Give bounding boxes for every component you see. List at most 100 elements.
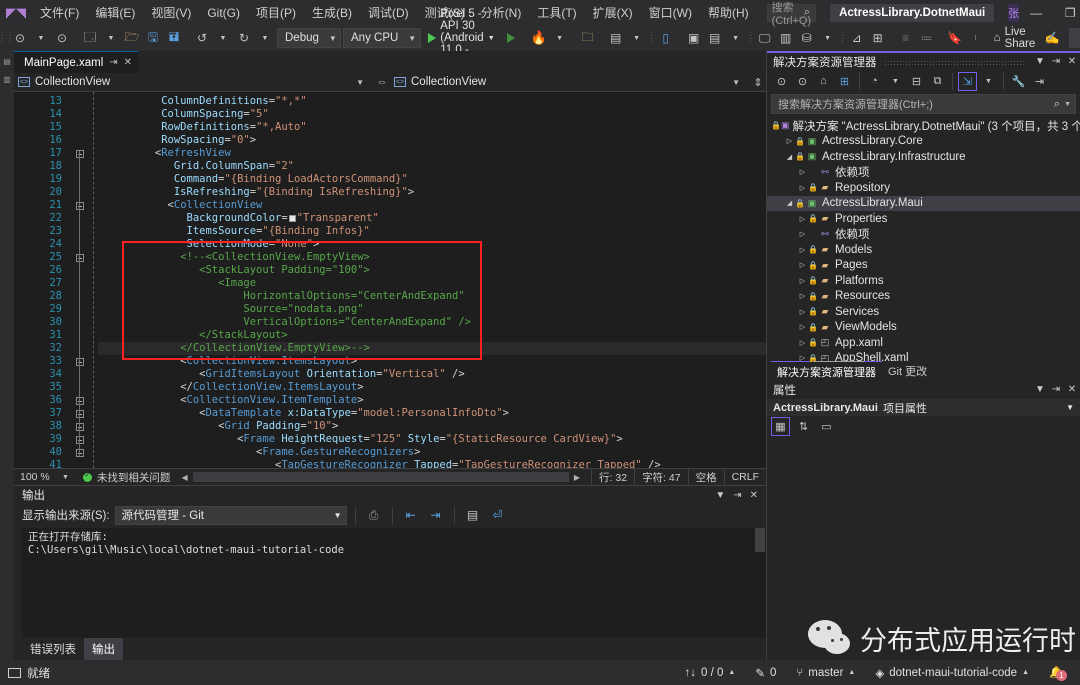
navigate-back-dropdown-icon[interactable]: ▼ — [31, 27, 51, 49]
code-editor[interactable]: 13 14 15 16 17 18 19 20 21 22 23 24 25 26 27 28 29 30 31 32… — [14, 92, 766, 468]
right-dock-tab-1[interactable]: Git 更改 — [882, 361, 933, 381]
open-file-icon[interactable]: 🗁 — [122, 27, 142, 49]
expander-icon[interactable]: ▷ — [797, 277, 808, 285]
save-icon[interactable]: 🖫 — [143, 27, 163, 49]
fold-toggle-icon[interactable] — [76, 254, 84, 262]
menu-item-1[interactable]: 编辑(E) — [87, 0, 143, 25]
quick-search-box[interactable]: 搜索 (Ctrl+Q) ⌕ — [766, 2, 817, 27]
preview-selected-items-icon[interactable]: ⇲ — [958, 71, 977, 91]
output-dock-tab-0[interactable]: 错误列表 — [22, 638, 84, 660]
code-line[interactable]: HorizontalOptions="CenterAndExpand" — [98, 290, 766, 303]
tree-item[interactable]: ▷ 🔒 ▰ Models — [767, 242, 1080, 258]
line-ending-mode[interactable]: CRLF — [723, 468, 766, 486]
fold-toggle-icon[interactable] — [76, 449, 84, 457]
tree-item[interactable]: ▷ 🔒 ▰ Platforms — [767, 273, 1080, 289]
tree-item[interactable]: ▷ 🔒 ▰ Services — [767, 304, 1080, 320]
expander-icon[interactable]: ▷ — [797, 354, 808, 362]
expander-icon[interactable]: ▷ — [797, 292, 808, 300]
tree-item[interactable]: ▷ 🔒 ▰ Pages — [767, 258, 1080, 274]
git-repository-status[interactable]: ◈ dotnet-maui-tutorial-code ▲ — [865, 660, 1039, 685]
property-pages-icon[interactable]: ▭ — [817, 417, 836, 436]
code-line[interactable]: </CollectionView.ItemsLayout> — [98, 381, 766, 394]
toolbar-grip[interactable]: ⋮ — [647, 29, 656, 47]
platform-select[interactable]: Any CPU ▼ — [343, 28, 422, 48]
live-share-button[interactable]: ⌂ Live Share — [988, 26, 1042, 50]
data-sources-rail-icon[interactable]: ▥ — [3, 75, 12, 84]
expander-icon[interactable]: ▷ — [797, 323, 808, 331]
object-browser-icon[interactable]: ⛁ — [797, 27, 817, 49]
split-view-icon[interactable]: ⇔ — [374, 76, 390, 88]
build-configuration-select[interactable]: Debug ▼ — [277, 28, 341, 48]
code-line[interactable]: RowDefinitions="*,Auto" — [98, 121, 766, 134]
code-line[interactable]: </StackLayout> — [98, 329, 766, 342]
menu-item-3[interactable]: Git(G) — [199, 2, 248, 24]
chevron-down-icon[interactable]: ▼ — [62, 474, 69, 481]
new-project-icon[interactable]: 🗔 — [80, 27, 100, 49]
code-line[interactable]: <TapGestureRecognizer Tapped="TapGesture… — [98, 459, 766, 468]
toolbox-rail-icon[interactable]: ▤ — [3, 57, 12, 66]
monitor-icon[interactable]: 🖵 — [755, 27, 775, 49]
pin-icon[interactable]: ⇥ — [733, 490, 741, 501]
tree-item[interactable]: ◢ 🔒 ▣ ActressLibrary.Maui — [767, 195, 1080, 211]
code-line[interactable]: BackgroundColor= "Transparent" — [98, 212, 766, 225]
bookmark-icon[interactable]: 🔖 — [945, 27, 965, 49]
tree-item[interactable]: ▷ 🔒 ▰ Repository — [767, 180, 1080, 196]
hot-reload-icon[interactable]: 🔥 — [529, 27, 549, 49]
terminal-icon[interactable]: ▣ — [684, 27, 704, 49]
undo-dropdown-icon[interactable]: ▼ — [213, 27, 233, 49]
drag-handle[interactable] — [884, 58, 1024, 65]
navigate-forward-icon[interactable]: ⊙ — [52, 27, 72, 49]
clear-all-icon[interactable]: ▤ — [463, 504, 483, 526]
view-designer-icon[interactable]: ⇥ — [1030, 72, 1049, 91]
expander-icon[interactable]: ▷ — [797, 184, 808, 192]
code-line[interactable]: <Image — [98, 277, 766, 290]
expander-icon[interactable]: ▷ — [797, 339, 808, 347]
pin-icon[interactable]: ⇥ — [1048, 56, 1064, 67]
code-line[interactable]: <CollectionView.ItemTemplate> — [98, 394, 766, 407]
chevron-down-icon[interactable]: ▼ — [1032, 56, 1048, 67]
tree-item[interactable]: 🔒 ▣ 解决方案 "ActressLibrary.DotnetMaui" (3 个项… — [767, 118, 1080, 134]
code-line[interactable]: <Grid Padding="10"> — [98, 420, 766, 433]
pin-icon[interactable]: ⇥ — [109, 57, 117, 68]
menu-item-11[interactable]: 窗口(W) — [641, 0, 700, 25]
forward-icon[interactable]: ⊙ — [793, 72, 812, 91]
code-line[interactable]: <CollectionView — [98, 199, 766, 212]
code-line[interactable]: <Frame HeightRequest="125" Style="{Stati… — [98, 433, 766, 446]
server-explorer-icon[interactable]: ▤ — [705, 27, 725, 49]
code-line[interactable]: Command="{Binding LoadActorsCommand}" — [98, 173, 766, 186]
device-manager-icon[interactable]: ▯ — [656, 27, 676, 49]
back-icon[interactable]: ⊙ — [772, 72, 791, 91]
solution-tree[interactable]: 🔒 ▣ 解决方案 "ActressLibrary.DotnetMaui" (3 个项… — [767, 117, 1080, 362]
code-line[interactable]: <GridItemsLayout Orientation="Vertical" … — [98, 368, 766, 381]
output-scrollbar[interactable] — [754, 528, 766, 552]
code-line[interactable]: Source="nodata.png" — [98, 303, 766, 316]
menu-item-0[interactable]: 文件(F) — [32, 0, 87, 25]
properties-subject[interactable]: ActressLibrary.Maui 项目属性 ▼ — [767, 399, 1080, 416]
notifications-button[interactable]: 🔔 1 — [1039, 660, 1074, 685]
toolbar-grip[interactable]: ⋮⋮ — [0, 29, 15, 47]
navigate-back-icon[interactable]: ⊙ — [10, 27, 30, 49]
code-line[interactable]: ColumnDefinitions="*,*" — [98, 95, 766, 108]
fold-toggle-icon[interactable] — [76, 410, 84, 418]
chevron-down-icon[interactable]: ▼ — [1060, 101, 1071, 108]
toolbox-icon[interactable]: ▤ — [606, 27, 626, 49]
collapse-all-icon[interactable]: ⊟ — [907, 72, 926, 91]
tree-item[interactable]: ▷ ⚯ 依赖项 — [767, 227, 1080, 243]
output-dock-tab-1[interactable]: 输出 — [84, 638, 123, 660]
chevron-down-icon[interactable]: ▼ — [979, 72, 998, 91]
code-line[interactable]: Grid.ColumnSpan="2" — [98, 160, 766, 173]
show-all-files-icon[interactable]: ⧉ — [928, 72, 947, 91]
class-view-icon[interactable]: ⊿ — [847, 27, 867, 49]
git-branch-status[interactable]: ⑂ master ▲ — [786, 660, 865, 685]
home-icon[interactable]: ⌂ — [814, 72, 833, 91]
categorized-view-icon[interactable]: ▦ — [771, 416, 790, 436]
menu-item-2[interactable]: 视图(V) — [143, 0, 199, 25]
bookmark-dropdown-icon[interactable]: ⁝ — [966, 27, 986, 49]
restore-button[interactable]: ❐ — [1053, 0, 1080, 25]
code-line[interactable]: RowSpacing="0"> — [98, 134, 766, 147]
fold-toggle-icon[interactable] — [76, 202, 84, 210]
search-solution-icon[interactable]: ⊞ — [835, 72, 854, 91]
undo-icon[interactable]: ↺ — [192, 27, 212, 49]
run-button[interactable]: Pixel 5 - API 30 (Android 11.0 - API 30)… — [423, 8, 499, 68]
code-line[interactable]: IsRefreshing="{Binding IsRefreshing}"> — [98, 186, 766, 199]
